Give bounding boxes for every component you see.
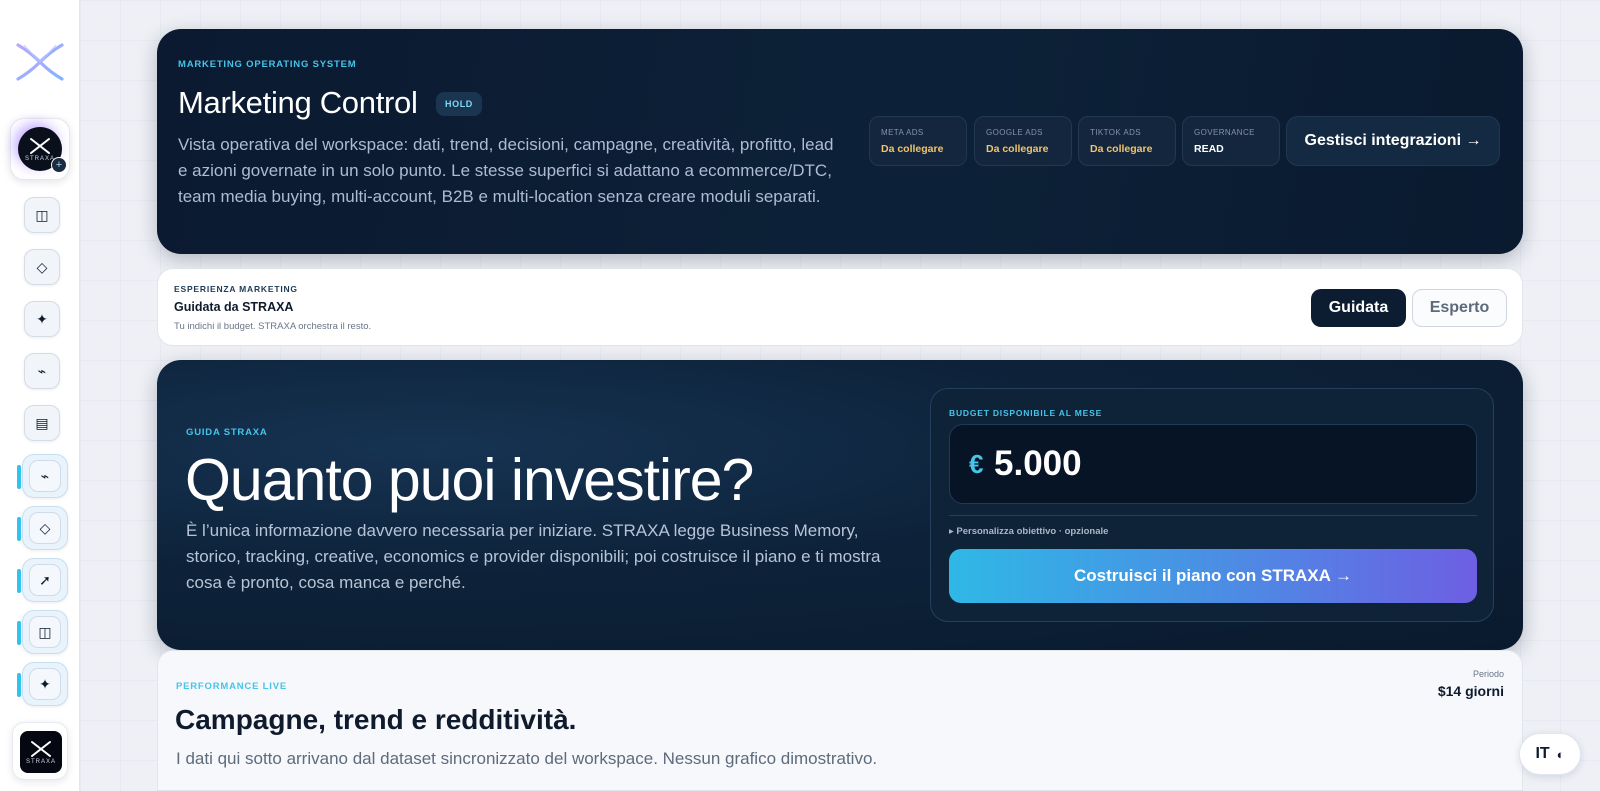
budget-label: BUDGET DISPONIBILE AL MESE	[949, 408, 1103, 418]
integration-governance[interactable]: GOVERNANCE READ	[1182, 116, 1280, 166]
sparkle-icon: ✦	[39, 675, 51, 692]
divider	[949, 515, 1477, 516]
experience-eyebrow: ESPERIENZA MARKETING	[174, 284, 298, 294]
language-theme-toggle[interactable]: IT ◐	[1519, 733, 1581, 775]
nav-active-sparkle[interactable]: ✦	[17, 662, 68, 706]
panels-icon: ◫	[38, 623, 52, 640]
straxa-mini-logo-icon	[31, 740, 51, 757]
experience-subtitle: Tu indichi il budget. STRAXA orchestra i…	[174, 321, 372, 332]
workspace-switcher[interactable]: STRAXA +	[10, 118, 70, 180]
diamond-icon: ◇	[39, 519, 51, 536]
add-workspace-icon[interactable]: +	[51, 157, 67, 173]
integration-key: GOVERNANCE	[1194, 128, 1255, 137]
budget-card: BUDGET DISPONIBILE AL MESE € 5.000 ▸ Per…	[930, 388, 1494, 622]
marketing-experience-bar: ESPERIENZA MARKETING Guidata da STRAXA T…	[157, 268, 1523, 346]
budget-input[interactable]: € 5.000	[949, 424, 1477, 504]
performance-description: I dati qui sotto arrivano dal dataset si…	[176, 749, 878, 768]
nav-diamond-icon[interactable]: ◇	[24, 249, 60, 285]
page-title: Marketing Control	[178, 85, 418, 120]
period-selector[interactable]: $14 giorni	[1438, 683, 1504, 699]
user-avatar[interactable]: STRAXA	[12, 722, 68, 780]
period-label: Periodo	[1472, 669, 1504, 679]
user-avatar-label: STRAXA	[25, 758, 56, 765]
nav-active-panels[interactable]: ◫	[17, 610, 68, 654]
integration-status: READ	[1194, 143, 1224, 155]
nav-active-diamond[interactable]: ◇	[17, 506, 68, 550]
status-badge: HOLD	[436, 92, 482, 116]
pulse-icon: ⌁	[40, 467, 50, 484]
marketing-control-hero: MARKETING OPERATING SYSTEM Marketing Con…	[157, 29, 1523, 254]
integration-tiktok-ads[interactable]: TIKTOK ADS Da collegare	[1078, 116, 1176, 166]
workspace-avatar-label: STRAXA	[24, 155, 55, 162]
hero-eyebrow: MARKETING OPERATING SYSTEM	[178, 59, 357, 70]
mode-expert-button[interactable]: Esperto	[1412, 289, 1507, 327]
integration-google-ads[interactable]: GOOGLE ADS Da collegare	[974, 116, 1072, 166]
nav-panels-icon[interactable]: ◫	[24, 197, 60, 233]
mode-guided-button[interactable]: Guidata	[1311, 289, 1406, 327]
sidebar: STRAXA + ◫ ◇ ✦ ⌁ ▤ ⌁ ◇ ➚ ◫ ✦ STRAXA	[0, 0, 80, 791]
manage-integrations-button[interactable]: Gestisci integrazioni →	[1286, 116, 1500, 166]
straxa-logo-icon[interactable]	[14, 42, 66, 82]
arrow-up-right-icon: ➚	[39, 571, 51, 588]
currency-symbol: €	[969, 449, 984, 479]
customize-objective-toggle[interactable]: ▸ Personalizza obiettivo · opzionale	[949, 526, 1108, 537]
diamond-icon: ◇	[36, 258, 48, 275]
nav-document-icon[interactable]: ▤	[24, 405, 60, 441]
guide-description: È l’unica informazione davvero necessari…	[186, 521, 881, 592]
experience-title: Guidata da STRAXA	[174, 300, 294, 314]
integration-status: Da collegare	[881, 143, 944, 155]
nav-pulse-icon[interactable]: ⌁	[24, 353, 60, 389]
nav-sparkle-icon[interactable]: ✦	[24, 301, 60, 337]
language-label: IT	[1535, 745, 1550, 762]
nav-active-arrow[interactable]: ➚	[17, 558, 68, 602]
performance-eyebrow: PERFORMANCE LIVE	[176, 681, 287, 692]
pulse-icon: ⌁	[37, 362, 47, 379]
budget-value: 5.000	[994, 444, 1082, 483]
theme-toggle-icon[interactable]: ◐	[1557, 747, 1565, 762]
guide-title: Quanto puoi investire?	[185, 447, 754, 513]
user-avatar-image: STRAXA	[20, 731, 62, 773]
integration-key: META ADS	[881, 128, 924, 137]
integration-key: GOOGLE ADS	[986, 128, 1043, 137]
sparkle-icon: ✦	[36, 310, 48, 327]
hero-description: Vista operativa del workspace: dati, tre…	[178, 135, 834, 206]
integration-key: TIKTOK ADS	[1090, 128, 1141, 137]
nav-active-pulse[interactable]: ⌁	[17, 454, 68, 498]
document-icon: ▤	[35, 414, 49, 431]
guide-eyebrow: GUIDA STRAXA	[186, 427, 268, 438]
integration-meta-ads[interactable]: META ADS Da collegare	[869, 116, 967, 166]
performance-live-section: PERFORMANCE LIVE Campagne, trend e reddi…	[157, 650, 1523, 791]
straxa-guide-panel: GUIDA STRAXA Quanto puoi investire? È l’…	[157, 360, 1523, 650]
integration-status: Da collegare	[1090, 143, 1153, 155]
panels-icon: ◫	[35, 206, 49, 223]
straxa-mini-logo-icon	[30, 137, 50, 154]
build-plan-button[interactable]: Costruisci il piano con STRAXA →	[949, 549, 1477, 603]
performance-title: Campagne, trend e redditività.	[175, 704, 577, 735]
integration-status: Da collegare	[986, 143, 1049, 155]
